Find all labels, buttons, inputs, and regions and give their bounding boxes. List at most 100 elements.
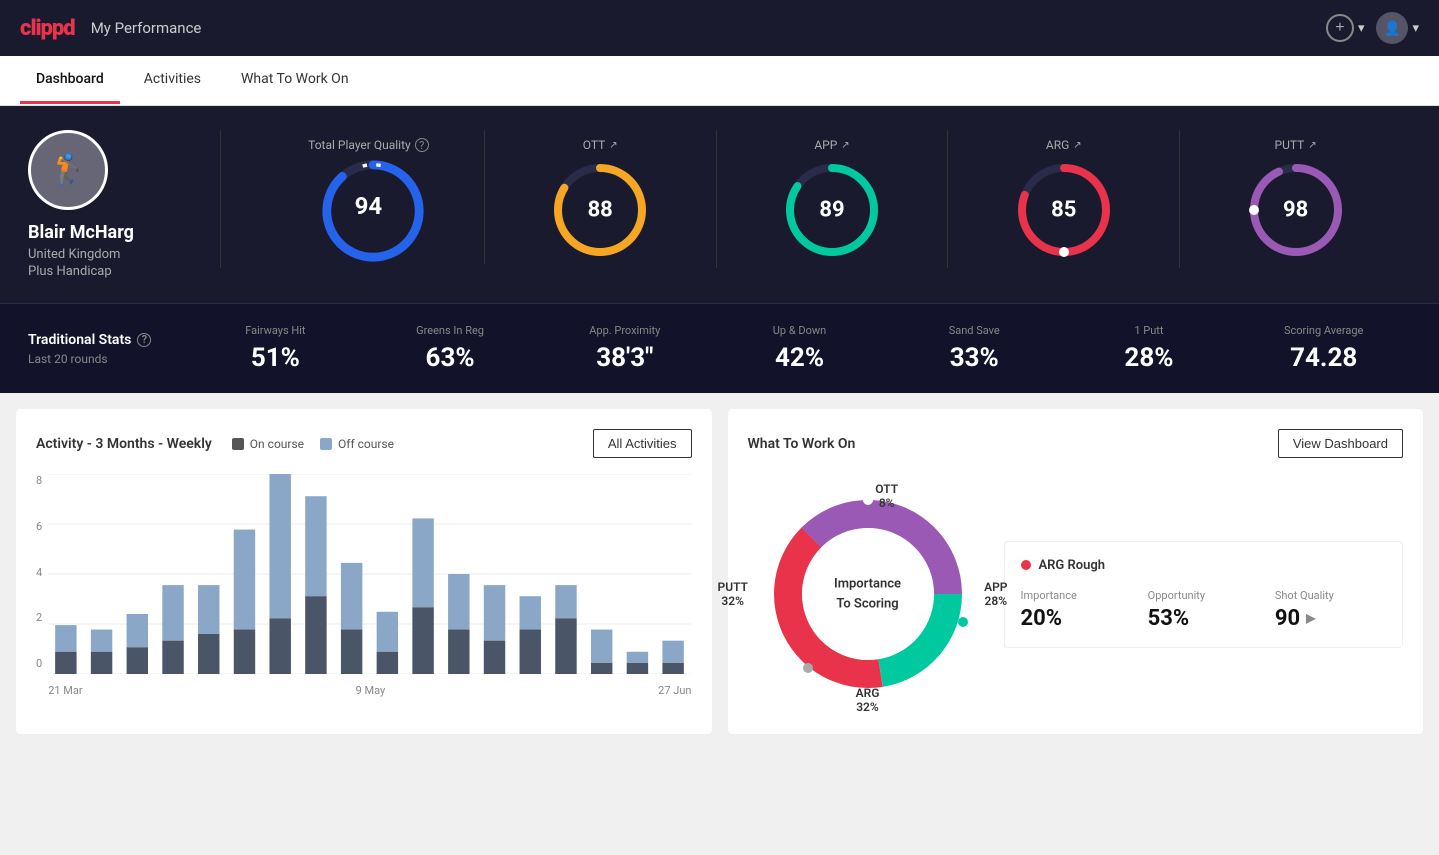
putt-arrow-icon: ↗ [1308, 140, 1316, 151]
x-label-27jun: 27 Jun [658, 684, 691, 697]
shot-quality-badge: 90 ▶ [1275, 606, 1315, 631]
player-info: 🏌️ Blair McHarg United Kingdom Plus Hand… [28, 130, 188, 279]
chart-card-header: Activity - 3 Months - Weekly On course O… [36, 429, 692, 458]
stat-fairways-hit: Fairways Hit 51% [188, 324, 363, 373]
x-label-9may: 9 May [356, 684, 386, 697]
stat-1-putt: 1 Putt 28% [1062, 324, 1237, 373]
chart-legend: On course Off course [232, 437, 394, 451]
putt-segment-label: PUTT32% [718, 580, 748, 608]
total-quality-ring: 94 [318, 156, 418, 256]
arg-rough-card: ARG Rough Importance 20% Opportunity 53%… [1004, 541, 1404, 648]
header: clippd My Performance + ▾ 👤 ▾ [0, 0, 1439, 56]
app-value: 89 [819, 198, 844, 223]
ott-label: OTT ↗ [583, 138, 618, 152]
arg-value: 85 [1051, 198, 1076, 223]
opportunity-stat: Opportunity 53% [1148, 589, 1259, 631]
putt-label: PUTT ↗ [1275, 138, 1317, 152]
arg-label: ARG ↗ [1046, 138, 1082, 152]
app-ring: 89 [782, 160, 882, 260]
app-arrow-icon: ↗ [841, 140, 849, 151]
user-menu-button[interactable]: 👤 ▾ [1376, 12, 1419, 44]
wtw-title: What To Work On [748, 436, 856, 452]
tab-what-to-work-on[interactable]: What To Work On [225, 57, 365, 104]
total-quality-value: 94 [355, 192, 383, 220]
shot-quality-stat: Shot Quality 90 ▶ [1275, 589, 1386, 631]
y-label-0: 0 [36, 657, 42, 670]
player-avatar: 🏌️ [28, 130, 108, 210]
wtw-card-header: What To Work On View Dashboard [748, 429, 1404, 458]
total-quality-label: Total Player Quality ? [308, 138, 429, 152]
ott-ring: 88 [550, 160, 650, 260]
putt-value: 98 [1283, 198, 1308, 223]
add-chevron: ▾ [1358, 20, 1365, 36]
arg-segment-label: ARG32% [856, 686, 880, 714]
putt-block: PUTT ↗ 98 [1180, 130, 1411, 268]
user-chevron: ▾ [1412, 20, 1419, 36]
player-country: United Kingdom [28, 247, 120, 262]
add-icon: + [1326, 14, 1354, 42]
traditional-stats-label: Traditional Stats ? Last 20 rounds [28, 332, 188, 366]
ott-value: 88 [588, 198, 613, 223]
wtw-content: ImportanceTo Scoring OTT8% APP28% ARG32%… [748, 474, 1404, 714]
arg-ring: 85 [1014, 160, 1114, 260]
header-title: My Performance [91, 19, 202, 37]
stat-sand-save: Sand Save 33% [887, 324, 1062, 373]
x-label-21mar: 21 Mar [48, 684, 82, 697]
tab-dashboard[interactable]: Dashboard [20, 57, 120, 104]
y-label-6: 6 [36, 520, 42, 533]
legend-off-course-label: Off course [338, 437, 394, 451]
what-to-work-on-card: What To Work On View Dashboard [728, 409, 1424, 734]
arg-rough-dot [1021, 560, 1031, 570]
avatar: 👤 [1376, 12, 1408, 44]
player-handicap: Plus Handicap [28, 264, 112, 279]
activity-chart-card: Activity - 3 Months - Weekly On course O… [16, 409, 712, 734]
shot-quality-arrow-icon: ▶ [1306, 611, 1315, 625]
player-section: 🏌️ Blair McHarg United Kingdom Plus Hand… [28, 130, 1411, 279]
view-dashboard-button[interactable]: View Dashboard [1278, 429, 1403, 458]
donut-center-label: ImportanceTo Scoring [834, 575, 901, 614]
legend-off-course-dot [320, 438, 332, 450]
scores-section: Total Player Quality ? 94 OTT ↗ [220, 130, 1411, 268]
importance-stat: Importance 20% [1021, 589, 1132, 631]
arg-rough-title: ARG Rough [1021, 558, 1387, 573]
app-label: APP ↗ [814, 138, 849, 152]
traditional-stats-subtitle: Last 20 rounds [28, 352, 188, 366]
tabs-bar: Dashboard Activities What To Work On [0, 56, 1439, 106]
traditional-stats-title: Traditional Stats ? [28, 332, 188, 348]
total-quality-info-icon[interactable]: ? [415, 138, 429, 152]
bar-chart-svg [48, 474, 691, 674]
header-right: + ▾ 👤 ▾ [1326, 12, 1419, 44]
y-label-8: 8 [36, 474, 42, 487]
header-left: clippd My Performance [20, 16, 201, 41]
stat-scoring-average: Scoring Average 74.28 [1236, 324, 1411, 373]
arg-arrow-icon: ↗ [1073, 140, 1081, 151]
logo: clippd [20, 16, 75, 41]
legend-on-course-dot [232, 438, 244, 450]
bottom-section: Activity - 3 Months - Weekly On course O… [0, 393, 1439, 750]
dark-panel: 🏌️ Blair McHarg United Kingdom Plus Hand… [0, 106, 1439, 303]
add-button[interactable]: + ▾ [1326, 14, 1365, 42]
putt-ring: 98 [1246, 160, 1346, 260]
all-activities-button[interactable]: All Activities [593, 429, 692, 458]
arg-block: ARG ↗ 85 [948, 130, 1180, 268]
stat-up-down: Up & Down 42% [712, 324, 887, 373]
ott-segment-label: OTT8% [875, 482, 898, 510]
legend-on-course-label: On course [250, 437, 304, 451]
donut-chart-container: ImportanceTo Scoring OTT8% APP28% ARG32%… [748, 474, 988, 714]
player-name: Blair McHarg [28, 222, 134, 243]
traditional-stats-info-icon[interactable]: ? [137, 333, 151, 347]
y-label-2: 2 [36, 611, 42, 624]
app-segment-label: APP28% [984, 580, 1007, 608]
chart-title: Activity - 3 Months - Weekly [36, 436, 212, 452]
stat-app-proximity: App. Proximity 38'3" [537, 324, 712, 373]
stats-row: Traditional Stats ? Last 20 rounds Fairw… [0, 303, 1439, 393]
total-quality-block: Total Player Quality ? 94 [253, 130, 485, 264]
tab-activities[interactable]: Activities [128, 57, 217, 104]
legend-off-course: Off course [320, 437, 394, 451]
ott-block: OTT ↗ 88 [485, 130, 717, 268]
stat-greens-in-reg: Greens In Reg 63% [363, 324, 538, 373]
app-block: APP ↗ 89 [717, 130, 949, 268]
legend-on-course: On course [232, 437, 304, 451]
y-label-4: 4 [36, 566, 42, 579]
ott-arrow-icon: ↗ [609, 140, 617, 151]
